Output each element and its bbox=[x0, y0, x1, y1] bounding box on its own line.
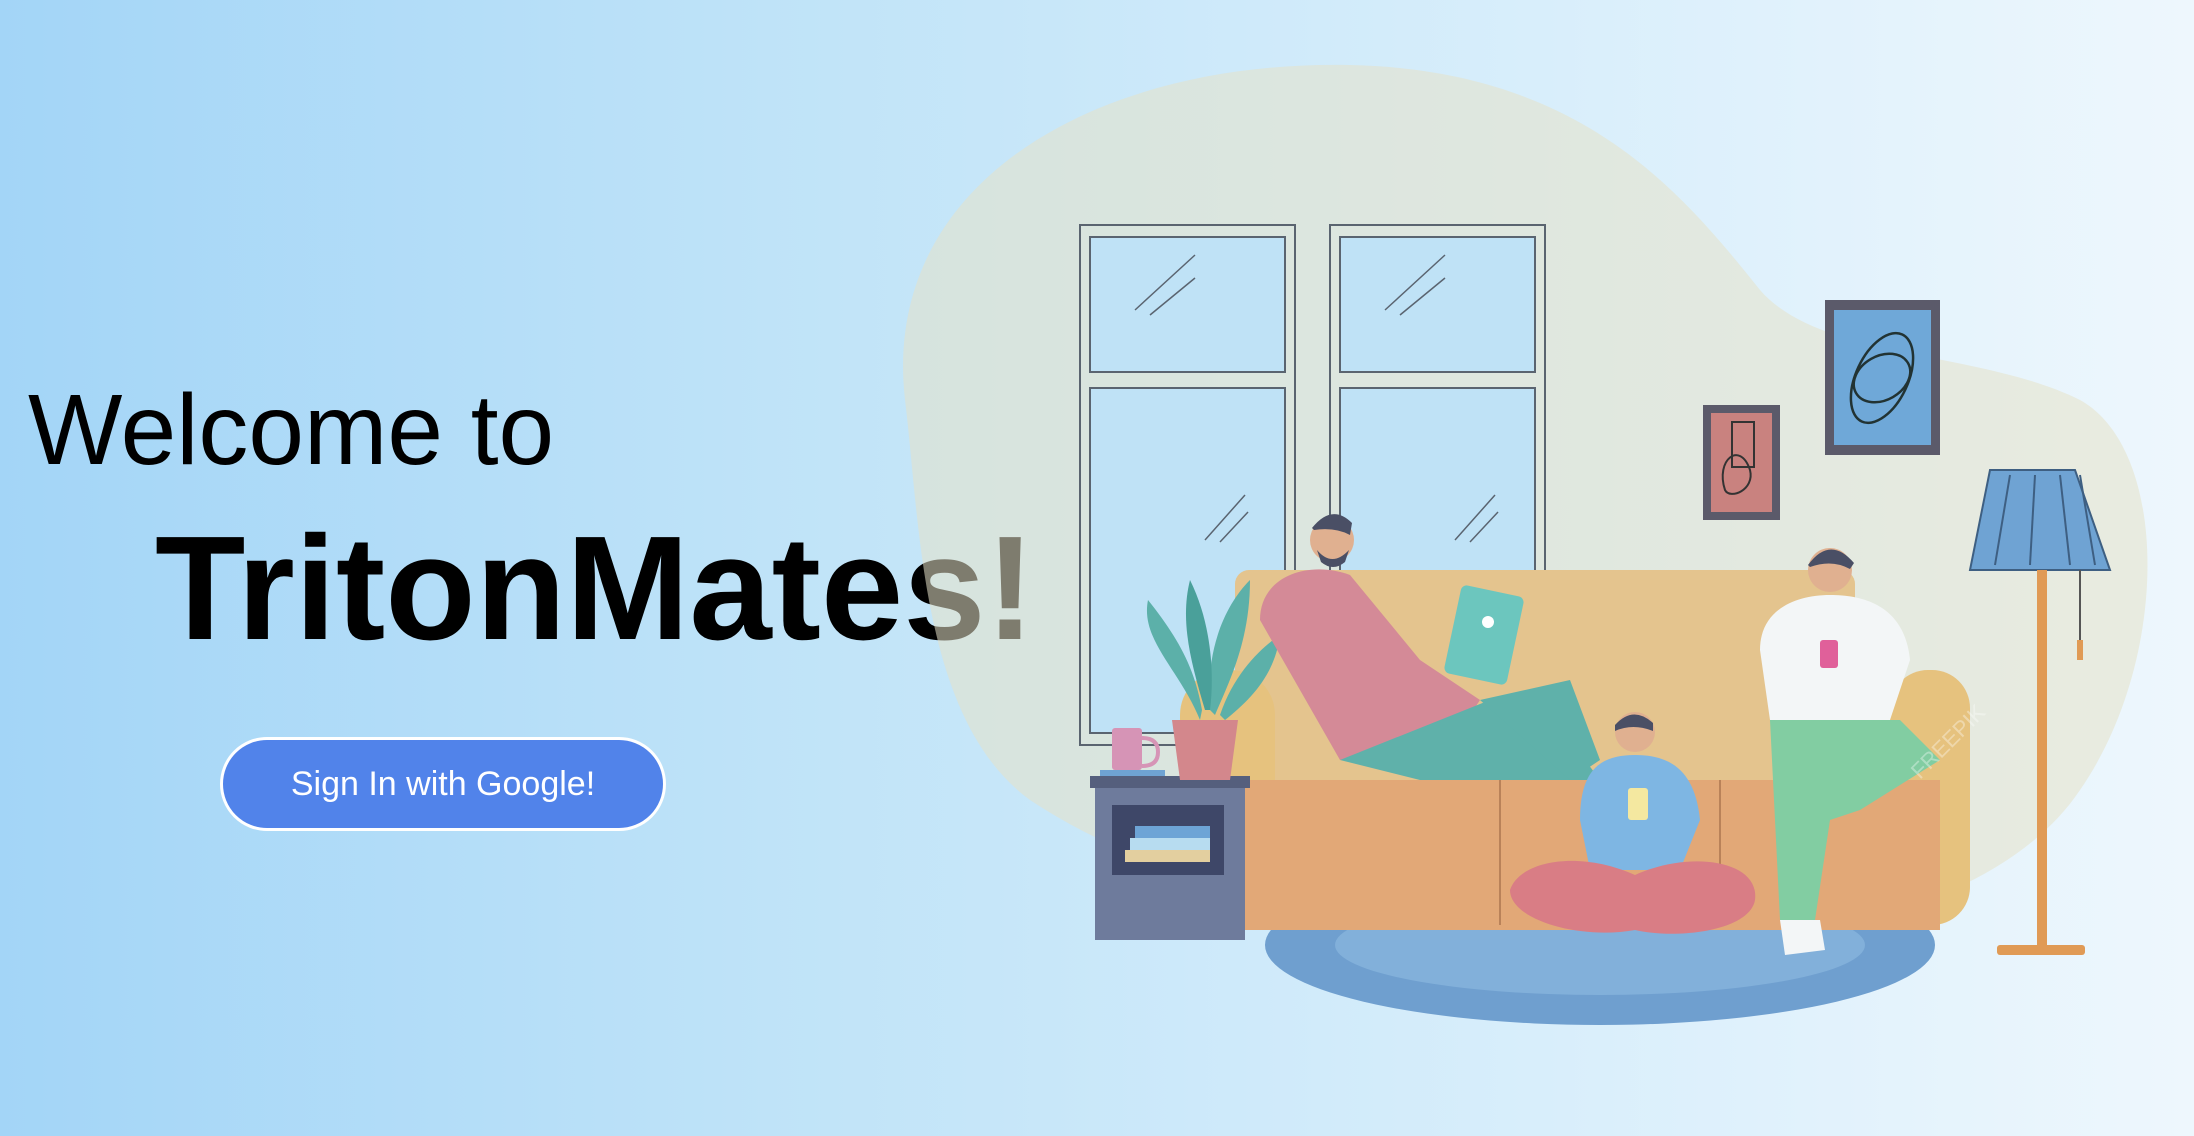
welcome-heading: Welcome to bbox=[28, 374, 555, 486]
picture-frame-blue bbox=[1825, 300, 1940, 455]
side-table bbox=[1090, 776, 1250, 940]
picture-frame-red bbox=[1703, 405, 1780, 520]
living-room-illustration: FREEPIK bbox=[903, 64, 2148, 1025]
google-signin-button[interactable]: Sign In with Google! bbox=[220, 737, 666, 831]
google-signin-label: Sign In with Google! bbox=[290, 764, 596, 803]
